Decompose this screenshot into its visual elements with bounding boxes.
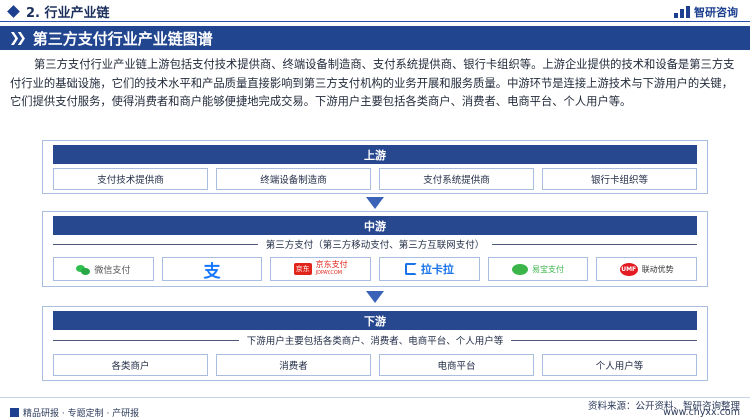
brand-name: 智研咨询 xyxy=(694,6,738,19)
upstream-items: 支付技术提供商 终端设备制造商 支付系统提供商 银行卡组织等 xyxy=(53,168,697,190)
header-divider xyxy=(0,21,750,22)
alipay-icon: 支 xyxy=(203,261,221,282)
jd-pay-domain: JDPAY.COM xyxy=(315,270,343,276)
wechat-pay-text: 微信支付 xyxy=(94,265,131,276)
upstream-item: 银行卡组织等 xyxy=(542,168,697,190)
downstream-subtitle-text: 下游用户主要包括各类商户、消费者、电商平台、个人用户等 xyxy=(246,336,504,347)
footer-logo-icon xyxy=(10,408,19,417)
downstream-item: 各类商户 xyxy=(53,354,208,376)
midstream-logos: 微信支付 支 京东 京东支付 JDPAY.COM 拉卡拉 易宝支付 UMF 联动… xyxy=(53,257,698,282)
alipay-logo: 支 xyxy=(161,257,263,282)
flow-arrow-down-icon xyxy=(366,291,384,303)
flow-arrow-down-icon xyxy=(366,197,384,209)
footer-site: www.chyxx.com xyxy=(663,407,740,418)
upstream-item: 支付系统提供商 xyxy=(379,168,534,190)
lakala-logo: 拉卡拉 xyxy=(379,257,480,281)
upstream-title: 上游 xyxy=(53,145,697,164)
midstream-panel: 中游 第三方支付（第三方移动支付、第三方互联网支付） 微信支付 支 京东 京东支… xyxy=(42,211,708,287)
footer: 精品研报 · 专题定制 · 产研报 资料来源：公开资料、智研咨询整理 www.c… xyxy=(0,397,750,420)
page-title: 第三方支付行业产业链图谱 xyxy=(32,29,213,48)
upstream-panel: 上游 支付技术提供商 终端设备制造商 支付系统提供商 银行卡组织等 xyxy=(42,140,708,194)
downstream-item: 个人用户等 xyxy=(542,354,697,376)
downstream-subtitle: 下游用户主要包括各类商户、消费者、电商平台、个人用户等 xyxy=(53,333,697,347)
brand-logo: 智研咨询 xyxy=(674,4,738,20)
yeepay-icon xyxy=(512,263,529,275)
downstream-item: 电商平台 xyxy=(379,354,534,376)
footer-tagline: 精品研报 · 专题定制 · 产研报 xyxy=(10,406,139,419)
wechat-icon xyxy=(76,264,91,275)
yeepay-logo: 易宝支付 xyxy=(487,257,589,281)
jd-icon: 京东 xyxy=(293,263,312,275)
yeepay-text: 易宝支付 xyxy=(532,264,565,274)
wechat-pay-logo: 微信支付 xyxy=(53,257,154,281)
intro-paragraph: 第三方支付行业产业链上游包括支付技术提供商、终端设备制造商、支付系统提供商、银行… xyxy=(10,58,735,108)
upstream-item: 终端设备制造商 xyxy=(216,168,371,190)
footer-tagline-text: 精品研报 · 专题定制 · 产研报 xyxy=(23,409,140,419)
lakala-text: 拉卡拉 xyxy=(420,263,454,276)
downstream-item: 消费者 xyxy=(216,354,371,376)
midstream-subtitle: 第三方支付（第三方移动支付、第三方互联网支付） xyxy=(53,237,697,251)
upstream-item: 支付技术提供商 xyxy=(53,168,208,190)
title-banner: ❯❯ 第三方支付行业产业链图谱 xyxy=(0,26,750,50)
section-bullet-icon xyxy=(7,4,20,18)
section-title: 2. 行业产业链 xyxy=(26,5,110,21)
downstream-panel: 下游 下游用户主要包括各类商户、消费者、电商平台、个人用户等 各类商户 消费者 … xyxy=(42,306,708,381)
downstream-items: 各类商户 消费者 电商平台 个人用户等 xyxy=(53,354,697,376)
midstream-title: 中游 xyxy=(53,216,697,235)
brand-bars-icon xyxy=(674,6,690,18)
double-chevron-icon: ❯❯ xyxy=(9,30,27,46)
downstream-title: 下游 xyxy=(53,311,697,330)
umf-logo: UMF 联动优势 xyxy=(596,257,698,281)
lakala-icon xyxy=(404,263,417,275)
jd-pay-logo: 京东 京东支付 JDPAY.COM xyxy=(270,257,372,281)
top-header: 2. 行业产业链 智研咨询 xyxy=(0,0,750,22)
umf-icon: UMF xyxy=(619,262,638,276)
jd-pay-text: 京东支付 xyxy=(315,260,348,269)
midstream-subtitle-text: 第三方支付（第三方移动支付、第三方互联网支付） xyxy=(265,240,485,251)
umf-text: 联动优势 xyxy=(641,264,674,274)
